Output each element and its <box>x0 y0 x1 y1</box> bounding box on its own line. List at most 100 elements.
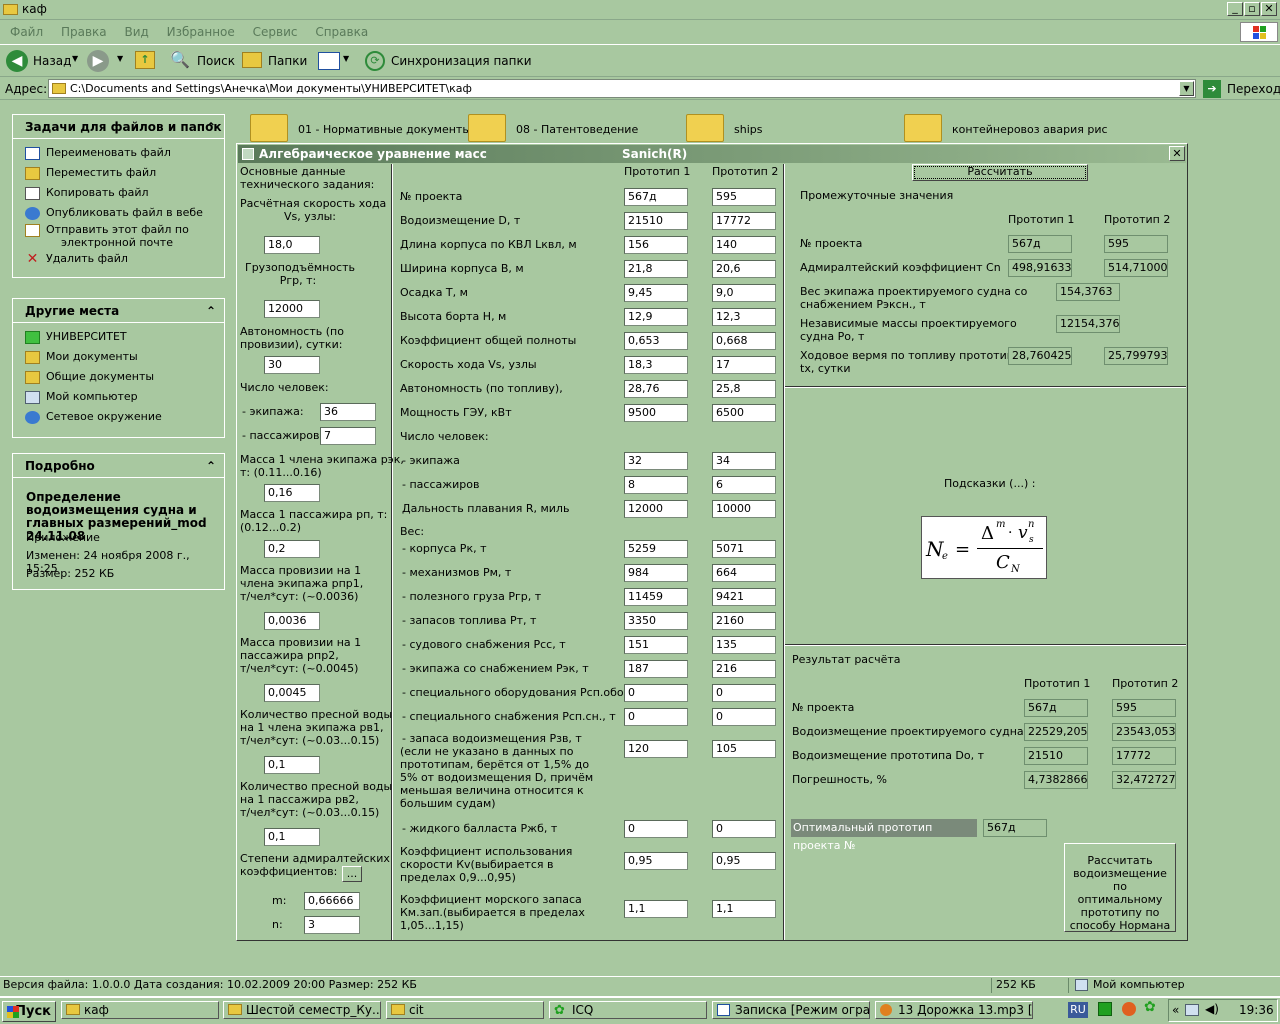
km-2-input[interactable]: 1,1 <box>712 900 776 918</box>
prototype-1-input[interactable]: 984 <box>624 564 688 582</box>
tray-expand-icon[interactable]: « <box>1172 1003 1179 1017</box>
sync-label[interactable]: Синхронизация папки <box>391 54 532 68</box>
firefox-icon[interactable] <box>1122 1002 1136 1016</box>
close-button[interactable]: ✕ <box>1261 2 1277 16</box>
back-arrow-icon[interactable]: ◀ <box>6 50 28 72</box>
forward-arrow-icon[interactable]: ▶ <box>87 50 109 72</box>
prototype-1-input[interactable]: 8 <box>624 476 688 494</box>
collapse-icon[interactable]: ⌃ <box>206 299 216 323</box>
tasks-header[interactable]: Задачи для файлов и папок ⌃ <box>13 115 224 139</box>
collapse-icon[interactable]: ⌃ <box>206 454 216 478</box>
task-rename[interactable]: Переименовать файл <box>13 143 224 163</box>
task-publish[interactable]: Опубликовать файл в вебе <box>13 203 224 223</box>
minimize-button[interactable]: _ <box>1227 2 1243 16</box>
reserve-2-input[interactable]: 105 <box>712 740 776 758</box>
kv-1-input[interactable]: 0,95 <box>624 852 688 870</box>
go-label[interactable]: Переход <box>1227 82 1280 96</box>
search-label[interactable]: Поиск <box>197 54 235 68</box>
tray-app-icon[interactable] <box>1098 1002 1112 1016</box>
place-shared-documents[interactable]: Общие документы <box>13 367 224 387</box>
crew-provision-input[interactable]: 0,0036 <box>264 612 320 630</box>
prototype-2-input[interactable]: 5071 <box>712 540 776 558</box>
prototype-2-input[interactable]: 17772 <box>712 212 776 230</box>
prototype-1-input[interactable]: 32 <box>624 452 688 470</box>
prototype-1-input[interactable]: 5259 <box>624 540 688 558</box>
pass-mass-input[interactable]: 0,2 <box>264 540 320 558</box>
menu-file[interactable]: Файл <box>10 25 43 39</box>
degrees-help-button[interactable]: ... <box>342 866 362 882</box>
dropdown-arrow-icon[interactable]: ▼ <box>72 54 78 63</box>
prototype-1-input[interactable]: 0 <box>624 684 688 702</box>
pass-water-input[interactable]: 0,1 <box>264 828 320 846</box>
prototype-2-input[interactable]: 0 <box>712 684 776 702</box>
folder-item[interactable]: 08 - Патентоведение <box>468 112 668 142</box>
kv-2-input[interactable]: 0,95 <box>712 852 776 870</box>
prototype-2-input[interactable]: 9,0 <box>712 284 776 302</box>
place-my-documents[interactable]: Мои документы <box>13 347 224 367</box>
taskbar-item-semester[interactable]: Шестой семестр_Ку... <box>223 1001 381 1019</box>
prototype-2-input[interactable]: 595 <box>712 188 776 206</box>
icq-tray-icon[interactable]: ✿ <box>1144 999 1156 1015</box>
reserve-1-input[interactable]: 120 <box>624 740 688 758</box>
prototype-2-input[interactable]: 20,6 <box>712 260 776 278</box>
dropdown-arrow-icon[interactable]: ▼ <box>343 54 349 63</box>
prototype-1-input[interactable]: 12,9 <box>624 308 688 326</box>
prototype-1-input[interactable]: 12000 <box>624 500 688 518</box>
places-header[interactable]: Другие места ⌃ <box>13 299 224 323</box>
prototype-1-input[interactable]: 9,45 <box>624 284 688 302</box>
taskbar-item-cit[interactable]: cit <box>386 1001 544 1019</box>
prototype-2-input[interactable]: 2160 <box>712 612 776 630</box>
up-folder-icon[interactable]: ↑ <box>135 51 155 69</box>
prototype-2-input[interactable]: 6 <box>712 476 776 494</box>
autonomy-input[interactable]: 30 <box>264 356 320 374</box>
prototype-2-input[interactable]: 12,3 <box>712 308 776 326</box>
folders-label[interactable]: Папки <box>268 54 307 68</box>
menu-view[interactable]: Вид <box>124 25 148 39</box>
prototype-1-input[interactable]: 567д <box>624 188 688 206</box>
dialog-close-button[interactable]: ✕ <box>1169 146 1185 161</box>
place-my-computer[interactable]: Мой компьютер <box>13 387 224 407</box>
go-arrow-icon[interactable]: ➔ <box>1203 80 1221 98</box>
taskbar-item-word[interactable]: Записка [Режим огра... <box>712 1001 870 1019</box>
prototype-1-input[interactable]: 0 <box>624 708 688 726</box>
details-header[interactable]: Подробно ⌃ <box>13 454 224 478</box>
prototype-1-input[interactable]: 28,76 <box>624 380 688 398</box>
prototype-1-input[interactable]: 151 <box>624 636 688 654</box>
prototype-2-input[interactable]: 9421 <box>712 588 776 606</box>
prototype-1-input[interactable]: 9500 <box>624 404 688 422</box>
taskbar-item-icq[interactable]: ✿ ICQ <box>549 1001 707 1019</box>
volume-icon[interactable]: ◀) <box>1205 1002 1219 1016</box>
maximize-button[interactable]: ▫ <box>1244 2 1260 16</box>
crew-input[interactable]: 36 <box>320 403 376 421</box>
folder-item[interactable]: контейнеровоз авария рис <box>904 112 1124 142</box>
language-indicator[interactable]: RU <box>1068 1002 1088 1018</box>
prototype-2-input[interactable]: 25,8 <box>712 380 776 398</box>
prototype-1-input[interactable]: 187 <box>624 660 688 678</box>
menu-help[interactable]: Справка <box>315 25 368 39</box>
task-email-2[interactable]: электронной почте <box>13 237 224 249</box>
address-input[interactable]: C:\Documents and Settings\Анечка\Мои док… <box>48 79 1196 98</box>
folder-item[interactable]: 01 - Нормативные документы <box>250 112 471 142</box>
prototype-1-input[interactable]: 18,3 <box>624 356 688 374</box>
menu-edit[interactable]: Правка <box>61 25 107 39</box>
task-copy[interactable]: Копировать файл <box>13 183 224 203</box>
place-network[interactable]: Сетевое окружение <box>13 407 224 427</box>
prototype-2-input[interactable]: 664 <box>712 564 776 582</box>
address-dropdown-button[interactable]: ▼ <box>1179 81 1194 96</box>
prototype-2-input[interactable]: 34 <box>712 452 776 470</box>
back-label[interactable]: Назад <box>33 54 71 68</box>
taskbar-item-player[interactable]: 13 Дорожка 13.mp3 [... <box>875 1001 1033 1019</box>
norman-calc-button[interactable]: Рассчитать водоизмещение по оптимальному… <box>1064 843 1176 932</box>
ballast-1-input[interactable]: 0 <box>624 820 688 838</box>
task-email[interactable]: Отправить этот файл по <box>13 223 224 237</box>
prototype-2-input[interactable]: 135 <box>712 636 776 654</box>
sync-icon[interactable]: ⟳ <box>365 51 385 71</box>
passengers-input[interactable]: 7 <box>320 427 376 445</box>
prototype-2-input[interactable]: 10000 <box>712 500 776 518</box>
folders-icon[interactable] <box>242 52 262 68</box>
crew-mass-input[interactable]: 0,16 <box>264 484 320 502</box>
folder-item[interactable]: ships <box>686 112 886 142</box>
taskbar-item-kaf[interactable]: каф <box>61 1001 219 1019</box>
views-icon[interactable] <box>318 52 340 70</box>
prototype-1-input[interactable]: 21510 <box>624 212 688 230</box>
